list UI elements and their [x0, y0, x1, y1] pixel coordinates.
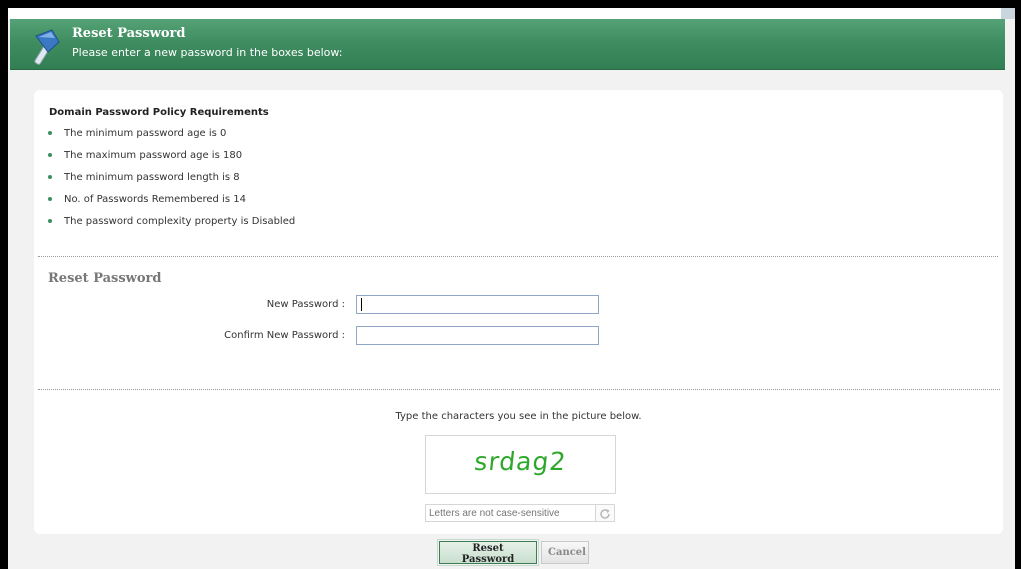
window-corner	[1001, 8, 1015, 19]
policy-list: The minimum password age is 0 The maximu…	[48, 128, 295, 238]
reset-password-window: Reset Password Please enter a new passwo…	[8, 8, 1015, 569]
bullet-icon	[48, 175, 52, 179]
new-password-field[interactable]	[356, 295, 599, 314]
header-subtitle: Please enter a new password in the boxes…	[72, 46, 343, 59]
bullet-icon	[48, 153, 52, 157]
divider	[38, 389, 1000, 390]
captcha-image: srdag2	[425, 435, 616, 494]
captcha-refresh-button[interactable]	[596, 504, 615, 522]
divider	[38, 256, 998, 257]
bullet-icon	[48, 131, 52, 135]
content-panel: Domain Password Policy Requirements The …	[34, 90, 1003, 534]
key-icon	[34, 29, 60, 65]
policy-item-text: The minimum password length is 8	[64, 172, 240, 183]
bullet-icon	[48, 197, 52, 201]
text-caret	[361, 298, 362, 311]
policy-item: The minimum password age is 0	[48, 128, 295, 150]
policy-item: The minimum password length is 8	[48, 172, 295, 194]
page-header: Reset Password Please enter a new passwo…	[10, 19, 1005, 70]
reset-section-title: Reset Password	[48, 271, 162, 286]
policy-item-text: The minimum password age is 0	[64, 128, 227, 139]
policy-item-text: The password complexity property is Disa…	[64, 216, 296, 227]
policy-item: The password complexity property is Disa…	[48, 216, 295, 238]
policy-item: The maximum password age is 180	[48, 150, 295, 172]
refresh-icon	[600, 509, 610, 519]
captcha-instruction: Type the characters you see in the pictu…	[395, 411, 642, 422]
policy-item-text: The maximum password age is 180	[64, 150, 243, 161]
header-title: Reset Password	[72, 26, 186, 41]
policy-item-text: No. of Passwords Remembered is 14	[64, 194, 246, 205]
reset-password-button[interactable]: Reset Password	[437, 539, 539, 566]
policy-title: Domain Password Policy Requirements	[49, 107, 269, 118]
cancel-button[interactable]: Cancel	[541, 541, 589, 564]
confirm-password-field[interactable]	[356, 326, 599, 345]
policy-item: No. of Passwords Remembered is 14	[48, 194, 295, 216]
confirm-password-label: Confirm New Password :	[224, 330, 345, 341]
captcha-image-text: srdag2	[473, 447, 568, 476]
bullet-icon	[48, 219, 52, 223]
window-top-strip	[8, 8, 1015, 19]
captcha-input[interactable]	[425, 504, 596, 522]
new-password-label: New Password :	[266, 299, 345, 310]
